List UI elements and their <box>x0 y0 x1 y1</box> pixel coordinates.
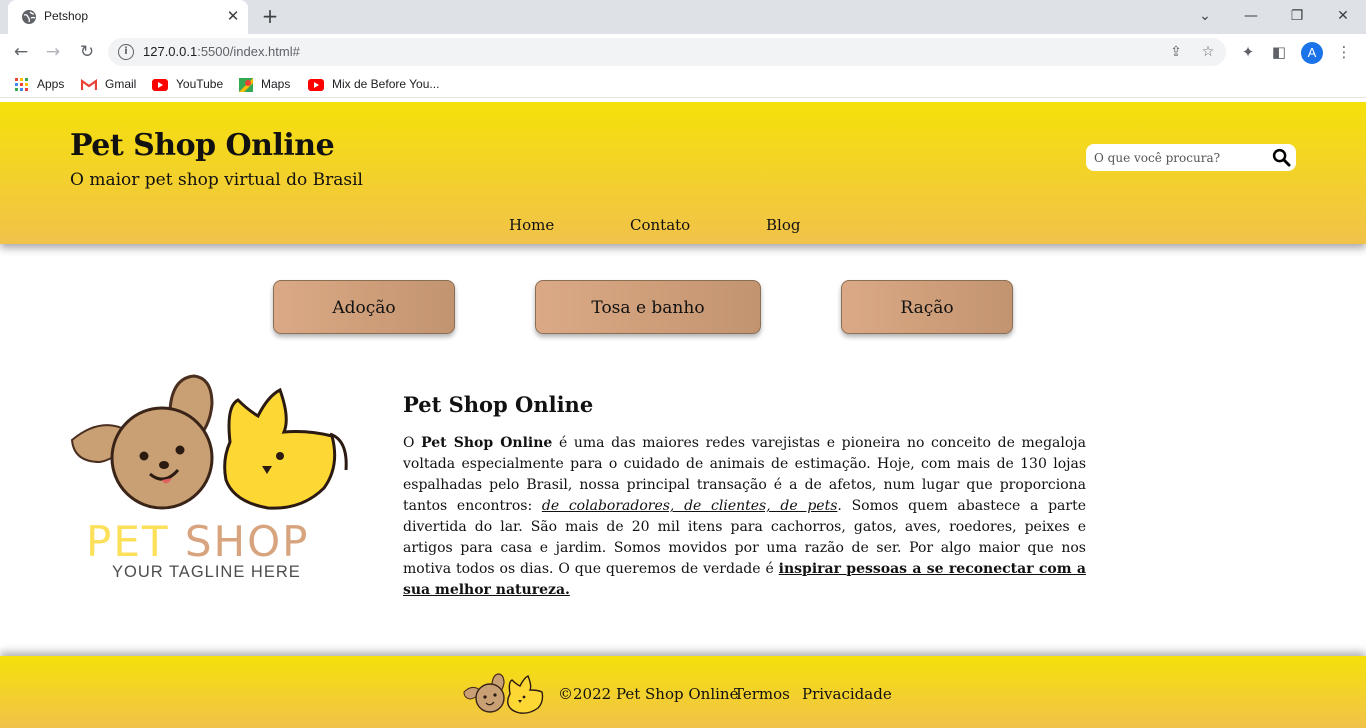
restore-button[interactable]: ❐ <box>1286 5 1308 27</box>
adocao-button[interactable]: Adoção <box>273 280 455 334</box>
tab-title: Petshop <box>44 9 89 23</box>
about-title: Pet Shop Online <box>403 392 594 417</box>
nav-home[interactable]: Home <box>509 216 554 234</box>
side-panel-icon[interactable]: ◧ <box>1268 41 1290 63</box>
bookmark-mix[interactable]: Mix de Before You... <box>308 76 439 92</box>
footer-logo-icon <box>463 673 544 714</box>
tab-search-chevron-icon[interactable]: ⌄ <box>1194 5 1216 27</box>
profile-avatar[interactable]: A <box>1301 42 1323 64</box>
search-input[interactable] <box>1094 149 1264 167</box>
site-header: Pet Shop Online O maior pet shop virtual… <box>0 102 1366 244</box>
bookmark-youtube[interactable]: YouTube <box>152 76 223 92</box>
reload-button[interactable]: ↻ <box>74 39 100 65</box>
colaboradores-link[interactable]: de colaboradores, de clientes, de pets <box>542 498 838 514</box>
youtube-icon <box>152 78 168 91</box>
browser-toolbar: ← → ↻ i 127.0.0.1:5500/index.html# ⇪ ☆ ✦… <box>0 34 1366 70</box>
menu-dots-icon[interactable]: ⋮ <box>1333 41 1355 63</box>
tab-close-icon[interactable]: ✕ <box>224 7 242 25</box>
bookmarks-bar: Apps Gmail YouTube Maps Mix de Before Yo… <box>0 70 1366 98</box>
site-info-icon[interactable]: i <box>118 44 134 60</box>
browser-tab-strip: Petshop ✕ + ⌄ — ❐ ✕ <box>0 0 1366 34</box>
browser-tab[interactable]: Petshop ✕ <box>8 0 248 34</box>
minimize-button[interactable]: — <box>1240 5 1262 27</box>
extensions-icon[interactable]: ✦ <box>1237 41 1259 63</box>
about-paragraph: O Pet Shop Online é uma das maiores rede… <box>403 435 1086 598</box>
search-icon[interactable] <box>1272 148 1291 167</box>
tosa-e-banho-button[interactable]: Tosa e banho <box>535 280 761 334</box>
back-button[interactable]: ← <box>8 39 34 65</box>
globe-icon <box>22 10 36 24</box>
share-icon[interactable]: ⇪ <box>1166 42 1186 62</box>
logo-brand: PET SHOP <box>86 517 310 566</box>
bookmark-star-icon[interactable]: ☆ <box>1198 42 1218 62</box>
pet-shop-logo: PET SHOP YOUR TAGLINE HERE <box>70 374 348 580</box>
cat-icon <box>223 387 348 510</box>
racao-button[interactable]: Ração <box>841 280 1013 334</box>
site-subtitle: O maior pet shop virtual do Brasil <box>70 170 363 190</box>
new-tab-button[interactable]: + <box>259 5 281 27</box>
apps-grid-icon <box>15 77 28 91</box>
footer-privacidade-link[interactable]: Privacidade <box>802 685 892 703</box>
footer-copyright: ©2022 Pet Shop Online <box>558 685 739 703</box>
nav-contato[interactable]: Contato <box>630 216 690 234</box>
url-text[interactable]: 127.0.0.1:5500/index.html# <box>143 44 300 59</box>
search-box <box>1086 144 1296 171</box>
youtube-icon <box>308 78 324 91</box>
maps-icon <box>239 77 253 92</box>
bookmark-maps[interactable]: Maps <box>239 76 290 92</box>
dog-icon <box>70 374 214 510</box>
logo-tagline: YOUR TAGLINE HERE <box>112 563 301 580</box>
close-window-button[interactable]: ✕ <box>1332 5 1354 27</box>
site-title: Pet Shop Online <box>70 128 335 163</box>
gmail-icon <box>81 78 97 90</box>
bookmark-gmail[interactable]: Gmail <box>81 76 136 92</box>
site-footer: ©2022 Pet Shop Online Termos Privacidade <box>0 656 1366 728</box>
bookmark-apps[interactable]: Apps <box>15 76 64 92</box>
footer-termos-link[interactable]: Termos <box>734 685 790 703</box>
nav-blog[interactable]: Blog <box>766 216 800 234</box>
address-bar[interactable]: i 127.0.0.1:5500/index.html# ⇪ ☆ <box>108 38 1226 66</box>
page-viewport: Pet Shop Online O maior pet shop virtual… <box>0 102 1366 728</box>
forward-button[interactable]: → <box>40 39 66 65</box>
